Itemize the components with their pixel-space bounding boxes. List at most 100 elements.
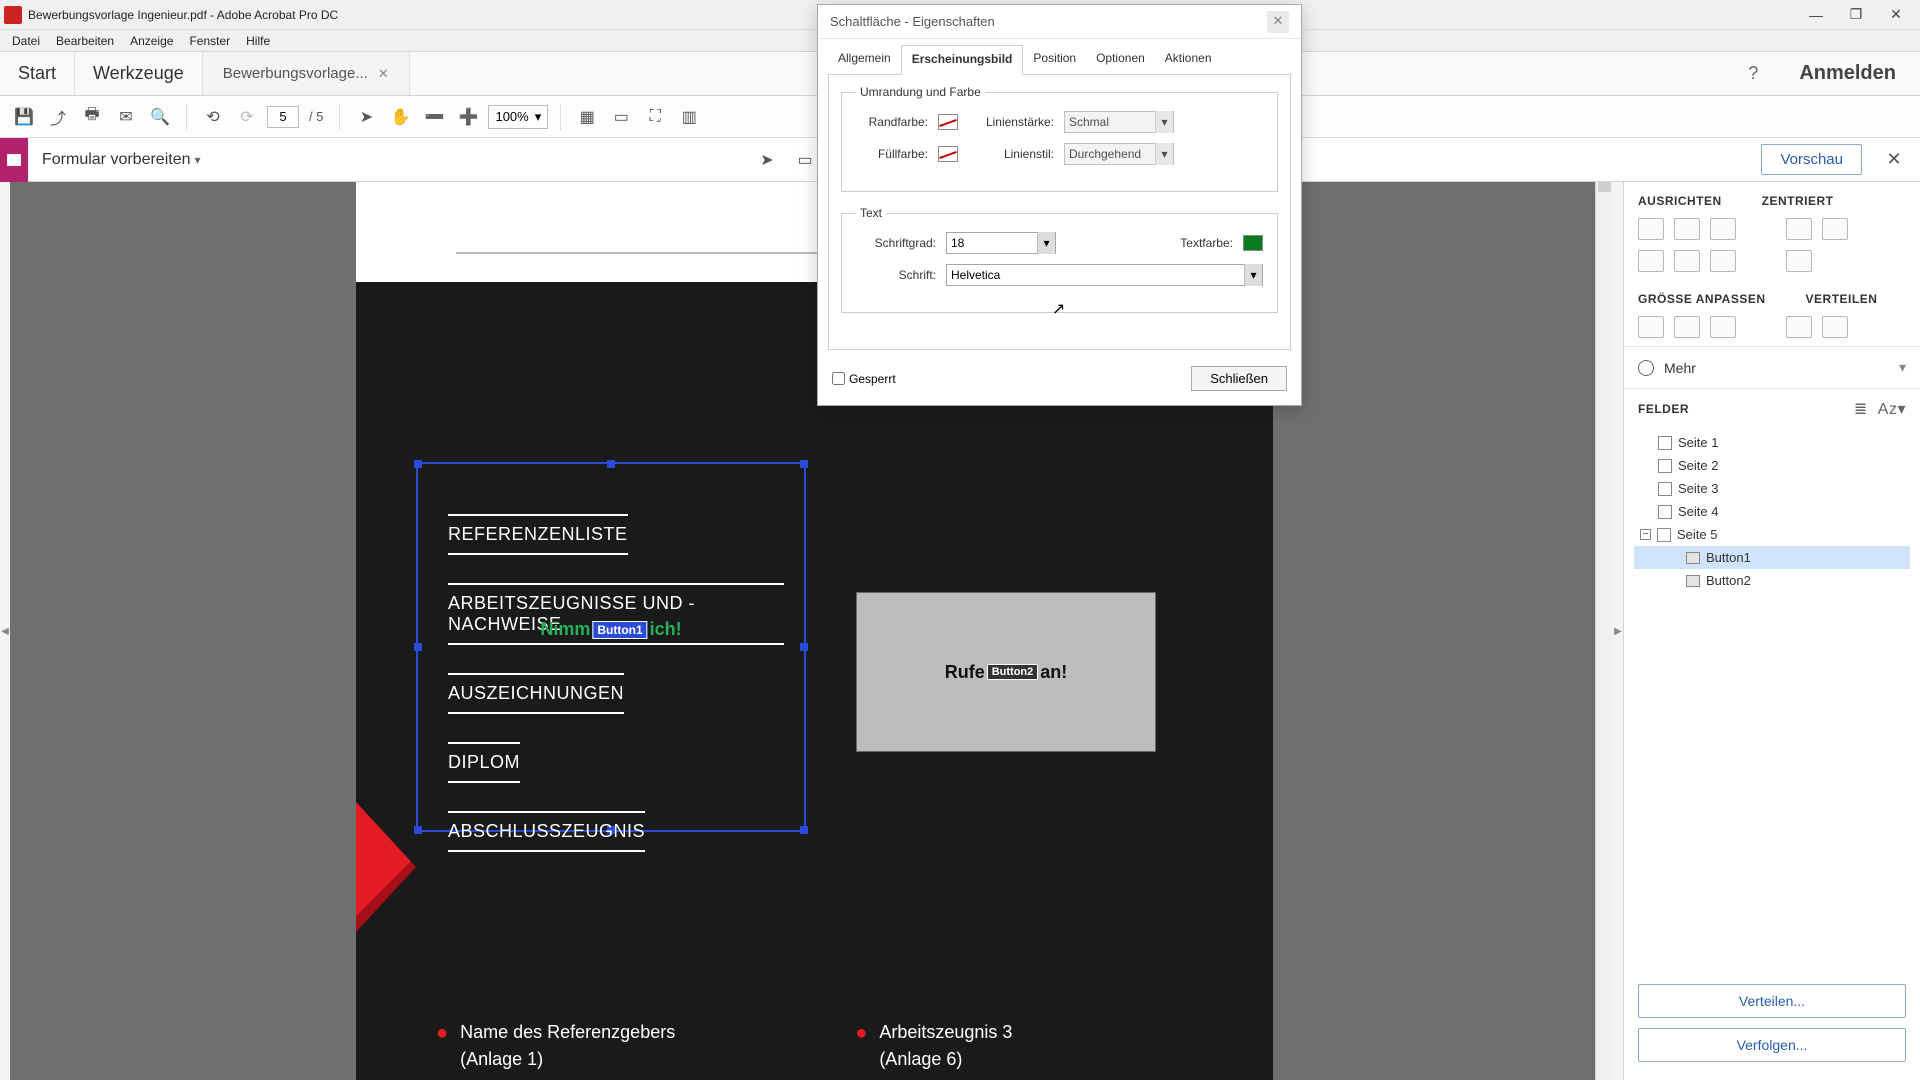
tab-allgemein[interactable]: Allgemein (828, 45, 901, 74)
fit-width-icon[interactable]: ▦ (573, 103, 601, 131)
close-button[interactable]: Schließen (1191, 366, 1287, 391)
center-both-icon[interactable] (1786, 250, 1812, 272)
document-tab-close-icon[interactable]: ✕ (378, 66, 389, 82)
align-right-icon[interactable] (1710, 218, 1736, 240)
tab-optionen[interactable]: Optionen (1086, 45, 1155, 74)
tree-page-node[interactable]: Seite 4 (1634, 500, 1910, 523)
resize-handle[interactable] (414, 826, 422, 834)
menu-bearbeiten[interactable]: Bearbeiten (48, 34, 122, 48)
tree-page-node[interactable]: Seite 1 (1634, 431, 1910, 454)
menu-datei[interactable]: Datei (4, 34, 48, 48)
nav-start[interactable]: Start (0, 52, 75, 95)
fit-page-icon[interactable]: ▭ (607, 103, 635, 131)
page-icon (1658, 482, 1672, 496)
hand-tool-icon[interactable]: ✋ (386, 103, 414, 131)
text-field-tool-icon[interactable]: ▭ (794, 149, 816, 171)
menu-hilfe[interactable]: Hilfe (238, 34, 278, 48)
align-bottom-icon[interactable] (1710, 250, 1736, 272)
fill-color-swatch[interactable] (938, 146, 958, 162)
document-tab-label: Bewerbungsvorlage... (223, 65, 368, 82)
sort-alpha-icon[interactable]: Aᴢ▾ (1878, 399, 1906, 419)
button1-caption: Nimm Button1 ich! (540, 619, 681, 640)
document-canvas[interactable]: ✧ REFERENZENLISTE ARBEITSZEUGNISSE UND -… (10, 182, 1595, 1080)
center-h-icon[interactable] (1786, 218, 1812, 240)
align-center-v-icon[interactable] (1674, 250, 1700, 272)
window-minimize[interactable]: — (1796, 1, 1836, 29)
tree-page-node[interactable]: Seite 3 (1634, 477, 1910, 500)
document-tab[interactable]: Bewerbungsvorlage... ✕ (203, 52, 410, 95)
vertical-scrollbar[interactable] (1595, 182, 1613, 1080)
font-size-select[interactable]: 18▾ (946, 232, 1056, 254)
print-icon[interactable]: 🖶 (78, 103, 106, 131)
more-tools-icon[interactable]: ▥ (675, 103, 703, 131)
line-width-select[interactable]: Schmal▾ (1064, 111, 1174, 133)
tab-position[interactable]: Position (1023, 45, 1086, 74)
sign-in-button[interactable]: Anmelden (1775, 52, 1920, 95)
match-height-icon[interactable] (1674, 316, 1700, 338)
zoom-in-icon[interactable]: ➕ (454, 103, 482, 131)
distribute-h-icon[interactable] (1786, 316, 1812, 338)
tree-field-node[interactable]: Button2 (1634, 569, 1910, 592)
form-field-button2[interactable]: Rufe Button2 an! (856, 592, 1156, 752)
line-style-select[interactable]: Durchgehend▾ (1064, 143, 1174, 165)
font-select[interactable]: Helvetica▾ (946, 264, 1263, 286)
right-panel-collapse-handle[interactable]: ▶ (1613, 182, 1623, 1080)
zoom-select[interactable]: 100%▾ (488, 105, 548, 129)
window-maximize[interactable]: ❐ (1836, 1, 1876, 29)
resize-handle[interactable] (414, 460, 422, 468)
resize-handle[interactable] (800, 460, 808, 468)
menu-fenster[interactable]: Fenster (181, 34, 238, 48)
zoom-out-icon[interactable]: ➖ (420, 103, 448, 131)
section-distribute-label: VERTEILEN (1806, 292, 1878, 306)
tree-page-node[interactable]: −Seite 5 (1634, 523, 1910, 546)
button-field-icon (1686, 575, 1700, 587)
preview-button[interactable]: Vorschau (1761, 144, 1862, 175)
resize-handle[interactable] (800, 643, 808, 651)
form-field-button1[interactable]: REFERENZENLISTE ARBEITSZEUGNISSE UND -NA… (416, 462, 806, 832)
read-mode-icon[interactable]: ⛶ (641, 103, 669, 131)
text-color-swatch[interactable] (1243, 235, 1263, 251)
nav-werkzeuge[interactable]: Werkzeuge (75, 52, 203, 95)
tab-erscheinungsbild[interactable]: Erscheinungsbild (901, 45, 1024, 75)
tab-aktionen[interactable]: Aktionen (1155, 45, 1222, 74)
search-icon[interactable]: 🔍 (146, 103, 174, 131)
select-tool-icon[interactable]: ➤ (756, 149, 778, 171)
match-both-icon[interactable] (1710, 316, 1736, 338)
left-nav-collapse-handle[interactable]: ◀ (0, 182, 10, 1080)
more-options[interactable]: Mehr ▾ (1624, 347, 1920, 389)
locked-checkbox[interactable]: Gesperrt (832, 372, 896, 386)
locked-checkbox-input[interactable] (832, 372, 845, 385)
form-prepare-dropdown-icon[interactable]: ▾ (195, 153, 201, 167)
dialog-tabs: Allgemein Erscheinungsbild Position Opti… (818, 39, 1301, 74)
email-icon[interactable]: ✉ (112, 103, 140, 131)
selection-tool-icon[interactable]: ➤ (352, 103, 380, 131)
help-icon[interactable]: ? (1731, 52, 1775, 95)
distribute-v-icon[interactable] (1822, 316, 1848, 338)
border-color-swatch[interactable] (938, 114, 958, 130)
window-close[interactable]: ✕ (1876, 1, 1916, 29)
sort-icon[interactable]: ≣ (1854, 399, 1868, 419)
form-bar-close-icon[interactable]: ✕ (1878, 149, 1910, 170)
align-center-h-icon[interactable] (1674, 218, 1700, 240)
tree-page-node[interactable]: Seite 2 (1634, 454, 1910, 477)
resize-handle[interactable] (607, 460, 615, 468)
match-width-icon[interactable] (1638, 316, 1664, 338)
export-icon[interactable]: ⤴ (44, 103, 72, 131)
track-form-button[interactable]: Verfolgen... (1638, 1028, 1906, 1062)
dialog-close-icon[interactable]: ✕ (1267, 11, 1289, 33)
save-icon[interactable]: 💾 (10, 103, 38, 131)
next-page-icon[interactable]: ⟳ (233, 103, 261, 131)
menu-anzeige[interactable]: Anzeige (122, 34, 181, 48)
distribute-form-button[interactable]: Verteilen... (1638, 984, 1906, 1018)
resize-handle[interactable] (800, 826, 808, 834)
align-top-icon[interactable] (1638, 250, 1664, 272)
page-number-input[interactable] (267, 106, 299, 128)
prev-page-icon[interactable]: ⟲ (199, 103, 227, 131)
tree-field-node[interactable]: Button1 (1634, 546, 1910, 569)
dialog-titlebar[interactable]: Schaltfläche - Eigenschaften ✕ (818, 5, 1301, 39)
collapse-icon[interactable]: − (1640, 529, 1651, 540)
line-width-label: Linienstärke: (974, 115, 1054, 129)
center-v-icon[interactable] (1822, 218, 1848, 240)
resize-handle[interactable] (414, 643, 422, 651)
align-left-icon[interactable] (1638, 218, 1664, 240)
